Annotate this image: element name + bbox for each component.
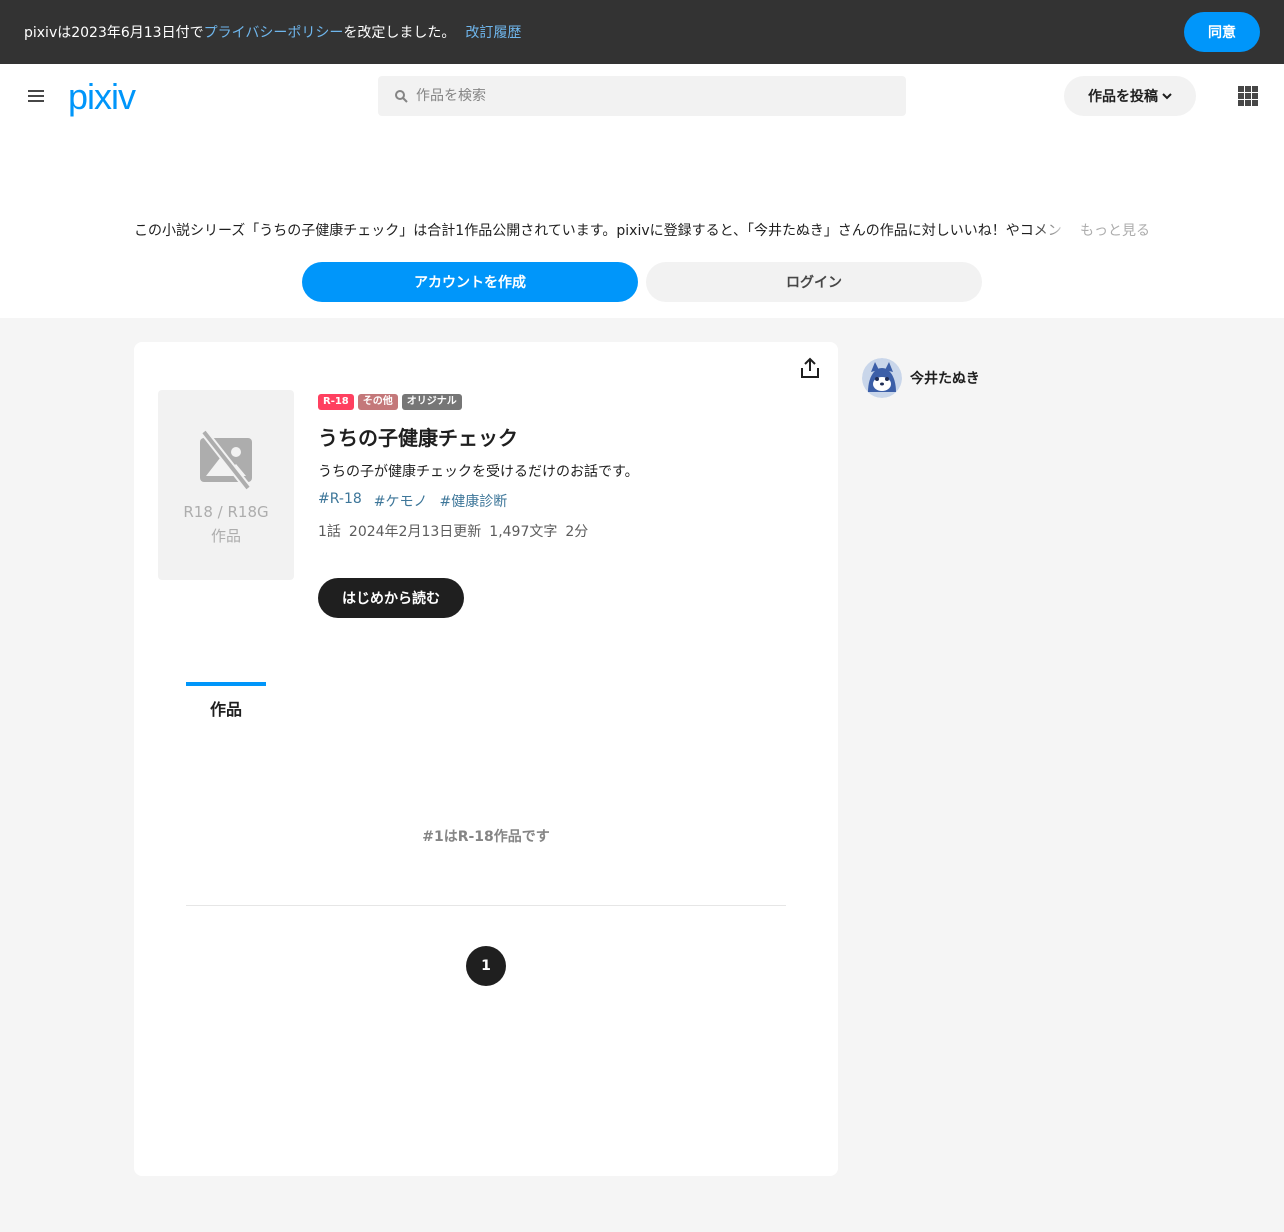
menu-icon[interactable] bbox=[24, 84, 48, 108]
banner-message: pixivは2023年6月13日付で プライバシーポリシー を改定しました。 改… bbox=[24, 22, 521, 42]
chevron-down-icon bbox=[1162, 93, 1172, 100]
privacy-policy-link[interactable]: プライバシーポリシー bbox=[204, 22, 344, 42]
cover-label: R18 / R18G 作品 bbox=[183, 500, 268, 548]
divider bbox=[186, 905, 786, 906]
badge-original: オリジナル bbox=[401, 394, 462, 410]
series-card: R18 / R18G 作品 R-18 その他 オリジナル うちの子健康チェック … bbox=[134, 342, 838, 1176]
apps-grid-icon[interactable] bbox=[1238, 86, 1258, 106]
promo-text: この小説シリーズ「うちの子健康チェック」は合計1作品公開されています。pixiv… bbox=[134, 223, 1062, 239]
episode-count: 1話 bbox=[318, 524, 341, 540]
banner-text-before: pixivは2023年6月13日付で bbox=[24, 25, 204, 41]
author-profile[interactable]: 今井たぬき bbox=[862, 358, 980, 398]
search-icon bbox=[395, 90, 408, 103]
series-description: うちの子が健康チェックを受けるだけのお話です。 bbox=[318, 464, 639, 480]
post-work-button[interactable]: 作品を投稿 bbox=[1064, 76, 1196, 116]
pagination-page[interactable]: 1 bbox=[466, 946, 506, 986]
agree-button[interactable]: 同意 bbox=[1184, 12, 1260, 52]
read-from-start-button[interactable]: はじめから読む bbox=[318, 578, 464, 618]
series-cover[interactable]: R18 / R18G 作品 bbox=[158, 390, 294, 580]
see-more-link[interactable]: もっと見る bbox=[1080, 220, 1150, 240]
pixiv-logo[interactable]: pixiv bbox=[68, 76, 136, 118]
avatar[interactable] bbox=[862, 358, 902, 398]
revision-history-link[interactable]: 改訂履歴 bbox=[465, 22, 521, 42]
signup-promo: この小説シリーズ「うちの子健康チェック」は合計1作品公開されています。pixiv… bbox=[134, 218, 1150, 242]
badges: R-18 その他 オリジナル bbox=[318, 394, 798, 410]
badge-r18: R-18 bbox=[318, 394, 354, 410]
search-bar[interactable] bbox=[378, 76, 906, 116]
create-account-button[interactable]: アカウントを作成 bbox=[302, 262, 638, 302]
privacy-banner: pixivは2023年6月13日付で プライバシーポリシー を改定しました。 改… bbox=[0, 0, 1284, 64]
promo-text-wrap: この小説シリーズ「うちの子健康チェック」は合計1作品公開されています。pixiv… bbox=[134, 220, 1070, 240]
author-name[interactable]: 今井たぬき bbox=[910, 368, 980, 388]
banner-text-after: を改定しました。 bbox=[343, 25, 456, 41]
tab-works[interactable]: 作品 bbox=[186, 682, 266, 722]
badge-genre: その他 bbox=[357, 394, 398, 410]
cover-label-line1: R18 / R18G bbox=[183, 503, 269, 521]
char-count: 1,497文字 bbox=[489, 524, 558, 540]
updated-date: 2024年2月13日更新 bbox=[348, 524, 482, 540]
hidden-image-icon bbox=[200, 429, 252, 491]
login-button[interactable]: ログイン bbox=[646, 262, 982, 302]
series-info: R-18 その他 オリジナル うちの子健康チェック うちの子が健康チェックを受け… bbox=[318, 394, 798, 541]
cover-label-line2: 作品 bbox=[210, 527, 241, 545]
series-title: うちの子健康チェック bbox=[318, 426, 518, 450]
tag-health-checkup[interactable]: #健康診断 bbox=[440, 491, 508, 511]
r18-notice: #1はR-18作品です bbox=[422, 829, 550, 845]
read-time: 2分 bbox=[565, 524, 589, 540]
share-icon[interactable] bbox=[798, 356, 822, 380]
tag-kemono[interactable]: #ケモノ bbox=[374, 491, 428, 511]
series-meta: 1話 2024年2月13日更新 1,497文字 2分 bbox=[318, 521, 798, 541]
header: pixiv 作品を投稿 この小説シリーズ「うちの子健康チェック」は合計1作品公開… bbox=[0, 64, 1284, 318]
tag-list: #R-18 #ケモノ #健康診断 bbox=[318, 491, 798, 511]
post-work-label: 作品を投稿 bbox=[1088, 89, 1158, 105]
tag-r18[interactable]: #R-18 bbox=[318, 491, 362, 511]
search-input[interactable] bbox=[416, 88, 856, 104]
